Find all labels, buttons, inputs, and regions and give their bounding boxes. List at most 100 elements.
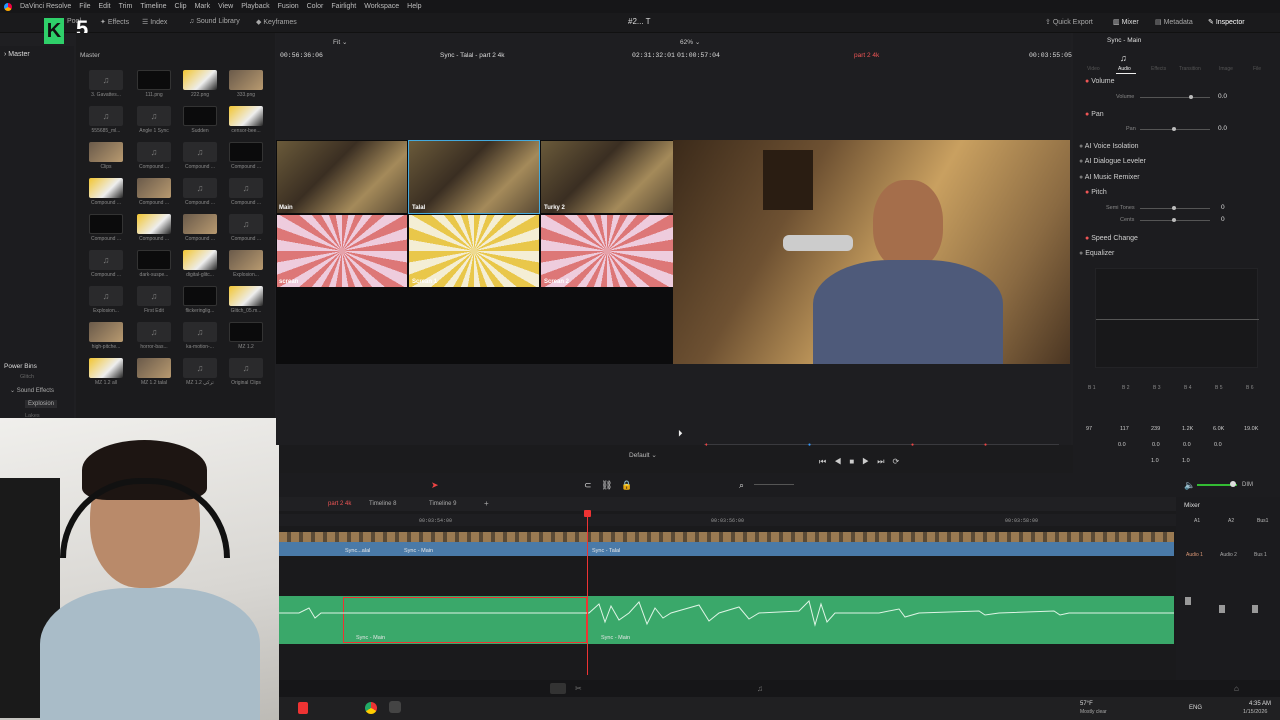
volume-value[interactable]: 0.0 <box>1218 93 1227 100</box>
clip-thumbnail[interactable] <box>137 250 171 270</box>
angle-turky-2[interactable] <box>541 141 673 213</box>
select-tool-icon[interactable]: ➤ <box>431 480 439 491</box>
eq-frequency-value[interactable]: 97 <box>1086 426 1092 432</box>
clip-thumbnail[interactable]: ♫ <box>89 286 123 306</box>
power-bin-item[interactable]: ⌄ Sound Effects <box>10 387 54 394</box>
tab-file[interactable]: File <box>1253 66 1261 72</box>
transport-controls[interactable]: ⏮◀■▶⏭⟳ <box>819 457 907 467</box>
clip-thumbnail[interactable]: ♫ <box>89 70 123 90</box>
semi-tones-value[interactable]: 0 <box>1221 204 1225 211</box>
clip-thumbnail[interactable] <box>183 214 217 234</box>
page-fairlight-icon[interactable]: ♫ <box>757 684 763 693</box>
marker-icon[interactable]: ● <box>984 442 987 448</box>
clip-thumbnail[interactable]: ♫ <box>137 286 171 306</box>
keyframes-button[interactable]: ◆ Keyframes <box>256 18 297 26</box>
eq-gain-value[interactable]: 0.0 <box>1183 442 1191 448</box>
lock-icon[interactable]: 🔒 <box>621 480 632 491</box>
timeline-tab[interactable]: Timeline 9 <box>429 501 456 507</box>
power-bin-item[interactable]: Explosion <box>25 400 58 408</box>
clip-thumbnail[interactable] <box>229 106 263 126</box>
clip-thumbnail[interactable]: ♫ <box>183 142 217 162</box>
clip-thumbnail[interactable] <box>89 322 123 342</box>
clip-thumbnail[interactable]: ♫ <box>229 358 263 378</box>
menu-playback[interactable]: Playback <box>241 3 269 10</box>
zoom-dropdown[interactable]: 62% ⌄ <box>680 38 700 46</box>
menu-timeline[interactable]: Timeline <box>140 3 166 10</box>
volume-section[interactable]: ● Volume <box>1085 78 1115 85</box>
audio-clip-label[interactable]: Sync - Main <box>356 635 385 641</box>
eq-band-label[interactable]: B 1 <box>1088 385 1096 391</box>
eq-band-label[interactable]: B 3 <box>1153 385 1161 391</box>
eq-gain-value[interactable]: 0.0 <box>1118 442 1126 448</box>
clip-thumbnail[interactable] <box>229 322 263 342</box>
sound-library-button[interactable]: ♫ Sound Library <box>189 18 240 25</box>
clip-thumbnail[interactable] <box>183 106 217 126</box>
eq-gain-value[interactable]: 0.0 <box>1214 442 1222 448</box>
clip-thumbnail[interactable]: ♫ <box>137 322 171 342</box>
language-indicator[interactable]: ENG <box>1189 705 1202 711</box>
clip-thumbnail[interactable]: ♫ <box>89 106 123 126</box>
fader-bus1[interactable] <box>1252 605 1258 613</box>
clip-thumbnail[interactable] <box>89 358 123 378</box>
menu-edit[interactable]: Edit <box>99 3 111 10</box>
menu-workspace[interactable]: Workspace <box>364 3 399 10</box>
video-clip-label[interactable]: Sync - Talal <box>592 548 620 554</box>
clip-thumbnail[interactable] <box>89 142 123 162</box>
menu-fusion[interactable]: Fusion <box>278 3 299 10</box>
playhead[interactable] <box>587 513 588 675</box>
ai-dialogue-leveler-row[interactable]: ● AI Dialogue Leveler <box>1079 158 1146 165</box>
page-cut-icon[interactable]: ✂ <box>575 684 582 693</box>
equalizer-section[interactable]: ● Equalizer <box>1079 250 1114 257</box>
audio-clip-label[interactable]: Sync - Main <box>601 635 630 641</box>
cents-value[interactable]: 0 <box>1221 216 1225 223</box>
tab-image[interactable]: Image <box>1219 66 1233 72</box>
speed-change-section[interactable]: ● Speed Change <box>1085 235 1138 242</box>
fader-a2[interactable] <box>1219 605 1225 613</box>
eq-band-label[interactable]: B 5 <box>1215 385 1223 391</box>
quick-export-button[interactable]: ⇪ Quick Export <box>1045 18 1093 26</box>
eq-band-label[interactable]: B 4 <box>1184 385 1192 391</box>
metadata-button[interactable]: ▤ Metadata <box>1155 18 1193 26</box>
effects-button[interactable]: ✦ Effects <box>100 18 129 26</box>
speaker-icon[interactable]: 🔈 <box>1184 480 1195 491</box>
resolve-taskbar-icon[interactable] <box>389 701 401 713</box>
chrome-icon[interactable] <box>365 702 377 714</box>
angle-talal[interactable] <box>408 140 540 214</box>
eq-frequency-value[interactable]: 117 <box>1120 426 1129 432</box>
pan-value[interactable]: 0.0 <box>1218 125 1227 132</box>
playhead-handle[interactable] <box>584 510 591 517</box>
cents-handle[interactable] <box>1172 218 1176 222</box>
clip-thumbnail[interactable] <box>183 70 217 90</box>
pan-section[interactable]: ● Pan <box>1085 111 1104 118</box>
angle-screan-2[interactable] <box>541 215 673 287</box>
eq-frequency-value[interactable]: 19.0K <box>1244 426 1258 432</box>
mode-dropdown[interactable]: Default ⌄ <box>629 451 657 459</box>
menu-file[interactable]: File <box>79 3 90 10</box>
master-volume-handle[interactable] <box>1230 481 1236 487</box>
menu-clip[interactable]: Clip <box>175 3 187 10</box>
clip-thumbnail[interactable]: ♫ <box>229 214 263 234</box>
eq-band-label[interactable]: B 2 <box>1122 385 1130 391</box>
clip-thumbnail[interactable]: ♫ <box>137 142 171 162</box>
clip-thumbnail[interactable] <box>183 286 217 306</box>
ai-voice-isolation-row[interactable]: ● AI Voice Isolation <box>1079 143 1139 150</box>
menu-mark[interactable]: Mark <box>195 3 211 10</box>
angle-main[interactable] <box>277 141 407 213</box>
menu-color[interactable]: Color <box>307 3 324 10</box>
timeline-tab[interactable]: part 2 4k <box>328 501 351 507</box>
video-clip-label[interactable]: Sync - Main <box>404 548 433 554</box>
eq-q-value[interactable]: 1.0 <box>1182 458 1190 464</box>
clip-thumbnail[interactable] <box>229 250 263 270</box>
volume-slider-handle[interactable] <box>1189 95 1193 99</box>
clip-thumbnail[interactable]: ♫ <box>137 106 171 126</box>
jog-bar[interactable] <box>704 444 1059 445</box>
zoom-slider[interactable] <box>754 484 794 485</box>
fader-a1[interactable] <box>1185 597 1191 605</box>
marker-icon[interactable]: ♦ <box>705 442 708 448</box>
clip-thumbnail[interactable] <box>229 286 263 306</box>
clip-thumbnail[interactable] <box>137 358 171 378</box>
power-bin-item[interactable]: Glitch <box>20 374 34 380</box>
video-clip-label[interactable]: Sync...alal <box>345 548 370 554</box>
eq-q-value[interactable]: 1.0 <box>1151 458 1159 464</box>
snapping-icon[interactable]: ⊂ <box>584 480 592 491</box>
